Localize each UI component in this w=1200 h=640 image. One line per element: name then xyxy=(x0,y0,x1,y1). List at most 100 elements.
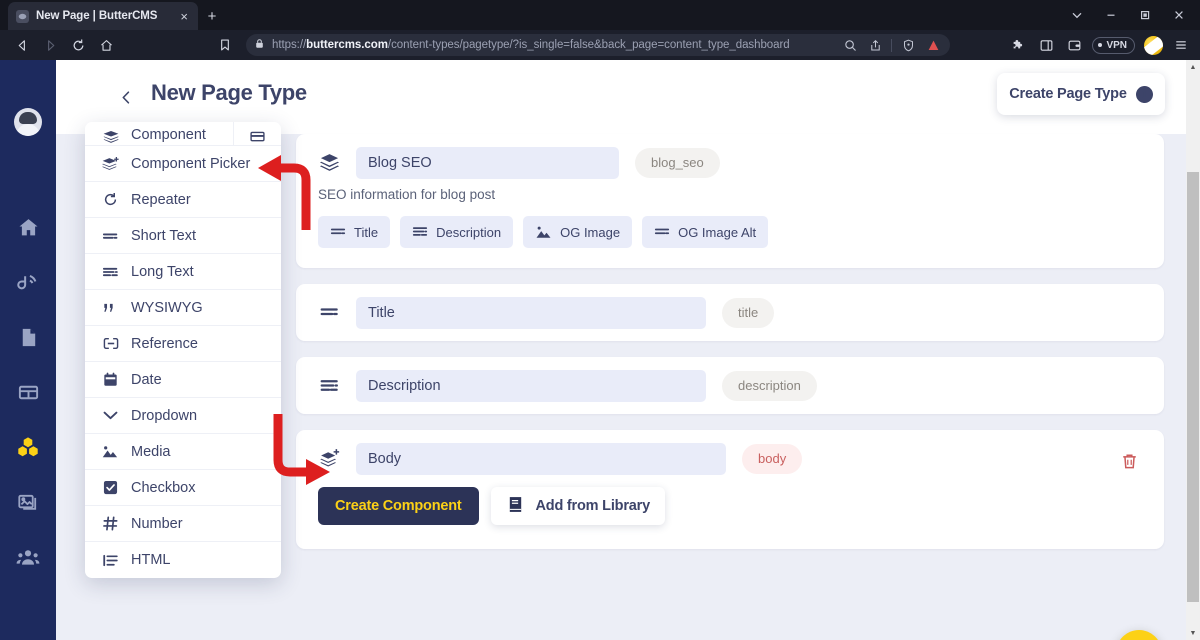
page-title: New Page Type xyxy=(151,80,307,105)
subfield-chip-og-image[interactable]: OG Image xyxy=(523,216,633,248)
sidebar-item-collections[interactable] xyxy=(0,372,56,412)
sidebar-item-components[interactable] xyxy=(0,427,56,467)
trash-icon[interactable] xyxy=(1118,450,1140,472)
scroll-up-arrow[interactable]: ▲ xyxy=(1186,60,1200,74)
field-description: SEO information for blog post xyxy=(318,187,496,202)
vpn-status-dot xyxy=(1098,43,1103,47)
sidebar-icon[interactable] xyxy=(1033,32,1059,58)
zoom-icon[interactable] xyxy=(841,36,859,54)
bookmark-icon[interactable] xyxy=(212,32,238,58)
address-bar[interactable]: https://buttercms.com/content-types/page… xyxy=(246,34,950,56)
card-icon[interactable] xyxy=(233,122,281,145)
create-page-type-button[interactable]: Create Page Type i xyxy=(997,73,1165,115)
sidebar-item-blog[interactable] xyxy=(0,262,56,302)
reload-icon[interactable] xyxy=(64,32,92,58)
hamburger-menu-icon[interactable] xyxy=(1168,32,1194,58)
field-name-input[interactable]: Title xyxy=(356,296,706,329)
layers-icon xyxy=(318,152,340,173)
field-card-title: Title title xyxy=(296,284,1164,341)
new-tab-button[interactable]: + xyxy=(202,7,222,27)
dropdown-item-label: Media xyxy=(131,443,171,460)
field-card-description: Description description xyxy=(296,357,1164,414)
add-from-library-label: Add from Library xyxy=(535,498,651,514)
short-text-icon xyxy=(102,229,119,243)
back-chevron-icon[interactable] xyxy=(114,85,138,109)
create-component-button[interactable]: Create Component xyxy=(318,487,479,525)
minimize-icon[interactable] xyxy=(1094,0,1128,30)
dropdown-item-checkbox[interactable]: Checkbox xyxy=(85,470,281,506)
long-text-icon xyxy=(102,265,119,279)
add-from-library-button[interactable]: Add from Library xyxy=(490,487,665,525)
field-name-input[interactable]: Description xyxy=(356,369,706,402)
share-icon[interactable] xyxy=(866,36,884,54)
field-slug-chip: title xyxy=(722,297,775,328)
field-name-input[interactable]: Body xyxy=(356,442,726,475)
subfield-chip-label: Title xyxy=(354,224,379,240)
dropdown-item-wysiwyg[interactable]: WYSIWYG xyxy=(85,290,281,326)
short-text-icon xyxy=(330,224,346,240)
tab-close-icon[interactable]: × xyxy=(178,10,190,23)
field-slug-chip: blog_seo xyxy=(635,147,720,178)
profile-avatar[interactable] xyxy=(1140,32,1166,58)
tab-title: New Page | ButterCMS xyxy=(36,10,158,22)
list-html-icon xyxy=(102,554,119,567)
sidebar-item-team[interactable] xyxy=(0,537,56,577)
dropdown-item-label: Number xyxy=(131,515,183,532)
dropdown-item-component[interactable]: Component xyxy=(85,122,281,146)
dropdown-item-date[interactable]: Date xyxy=(85,362,281,398)
sidebar-item-home[interactable] xyxy=(0,207,56,247)
dropdown-item-long-text[interactable]: Long Text xyxy=(85,254,281,290)
subfield-chip-title[interactable]: Title xyxy=(318,216,391,248)
intercom-launcher[interactable] xyxy=(1116,630,1162,640)
checkbox-icon xyxy=(102,480,119,495)
field-name-input[interactable]: Blog SEO xyxy=(356,146,619,179)
puzzle-icon[interactable] xyxy=(1005,32,1031,58)
app-sidebar-rail xyxy=(0,60,56,640)
sidebar-item-media[interactable] xyxy=(0,482,56,522)
tab-search-chevron-icon[interactable] xyxy=(1060,0,1094,30)
long-text-icon xyxy=(412,224,428,240)
info-icon[interactable]: i xyxy=(1135,85,1153,103)
field-row: Description description xyxy=(296,357,1164,414)
close-icon[interactable] xyxy=(1162,0,1196,30)
dropdown-item-component-picker[interactable]: Component Picker xyxy=(85,146,281,182)
warning-icon[interactable] xyxy=(924,36,942,54)
dropdown-item-dropdown[interactable]: Dropdown xyxy=(85,398,281,434)
scrollbar-thumb[interactable] xyxy=(1187,172,1199,602)
browser-toolbar-right: VPN xyxy=(1005,32,1194,58)
vpn-badge[interactable]: VPN xyxy=(1092,36,1135,54)
dropdown-item-label: HTML xyxy=(131,552,171,568)
dropdown-item-number[interactable]: Number xyxy=(85,506,281,542)
dropdown-item-html[interactable]: HTML xyxy=(85,542,281,578)
field-row: Title title xyxy=(296,284,1164,341)
book-icon xyxy=(506,495,525,518)
dropdown-item-label: Dropdown xyxy=(131,407,198,424)
subfield-chip-description[interactable]: Description xyxy=(400,216,514,248)
dropdown-item-reference[interactable]: Reference xyxy=(85,326,281,362)
shield-icon[interactable] xyxy=(899,36,917,54)
sidebar-item-pages[interactable] xyxy=(0,317,56,357)
dropdown-item-repeater[interactable]: Repeater xyxy=(85,182,281,218)
subfield-chips: Title Description OG Image OG Image Alt xyxy=(296,216,1164,268)
field-slug-chip: description xyxy=(722,370,817,401)
home-icon[interactable] xyxy=(92,32,120,58)
lock-icon xyxy=(254,36,265,54)
dropdown-item-media[interactable]: Media xyxy=(85,434,281,470)
browser-tab[interactable]: New Page | ButterCMS × xyxy=(8,2,198,30)
forward-icon[interactable] xyxy=(36,32,64,58)
dropdown-item-label: Checkbox xyxy=(131,479,196,496)
field-card-blog-seo: Blog SEO blog_seo SEO information for bl… xyxy=(296,134,1164,268)
subfield-chip-label: OG Image Alt xyxy=(678,224,757,240)
maximize-icon[interactable] xyxy=(1128,0,1162,30)
main-content: New Page Type Create Page Type i Blog SE… xyxy=(56,60,1186,640)
wallet-icon[interactable] xyxy=(1061,32,1087,58)
field-row: Body body xyxy=(296,430,1164,487)
avatar[interactable] xyxy=(14,108,42,136)
back-icon[interactable] xyxy=(8,32,36,58)
scroll-down-arrow[interactable]: ▼ xyxy=(1186,626,1200,640)
window-controls xyxy=(1060,0,1196,30)
dropdown-item-short-text[interactable]: Short Text xyxy=(85,218,281,254)
page-scrollbar[interactable]: ▲ ▼ xyxy=(1186,60,1200,640)
dropdown-item-label: Component Picker xyxy=(131,155,251,172)
subfield-chip-og-image-alt[interactable]: OG Image Alt xyxy=(642,216,769,248)
